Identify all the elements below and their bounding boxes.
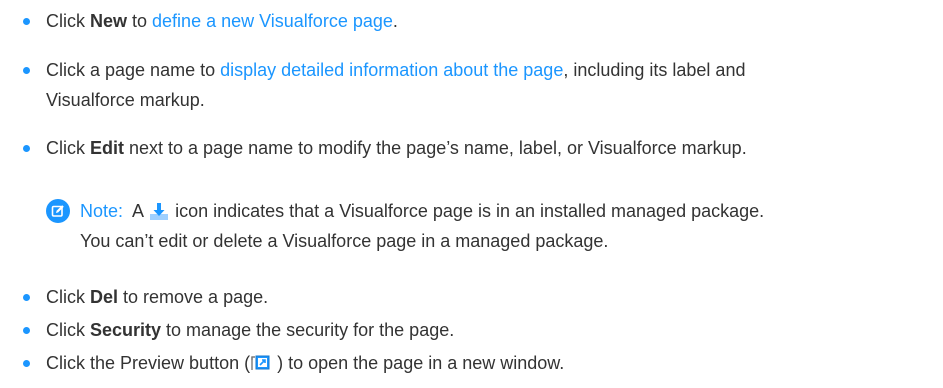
item-text: Click a page name to [46, 60, 221, 80]
list-item: Click Del to remove a page. [46, 284, 268, 310]
list-item: Click Edit next to a page name to modify… [46, 135, 747, 161]
list-item-continuation: Visualforce markup. [46, 87, 205, 113]
bullet [23, 360, 30, 367]
define-page-link[interactable]: define a new Visualforce page [152, 11, 393, 31]
list-item: Click a page name to display detailed in… [46, 57, 745, 83]
bullet [23, 327, 30, 334]
note-icon [46, 199, 70, 223]
item-text: . [392, 11, 398, 31]
bullet [23, 67, 30, 74]
bullet [23, 18, 30, 25]
item-text: to remove a page. [118, 287, 269, 307]
item-text: to [127, 11, 153, 31]
note-text: A [132, 201, 144, 221]
managed-package-icon [150, 203, 169, 220]
item-text: Click [46, 287, 90, 307]
bullet [23, 294, 30, 301]
item-text: Visualforce markup. [46, 90, 205, 110]
bold-term: New [90, 11, 128, 31]
list-item: Click New to define a new Visualforce pa… [46, 8, 398, 34]
list-item: Click the Preview button ( ) to open the… [46, 350, 564, 376]
item-text: ) to open the page in a new window. [272, 353, 565, 373]
list-item: Click Security to manage the security fo… [46, 317, 454, 343]
bullet [23, 145, 30, 152]
item-text: to manage the security for the page. [161, 320, 455, 340]
note-label: Note: [80, 201, 124, 221]
note-text: icon indicates that a Visualforce page i… [175, 201, 765, 221]
item-text: Click [46, 320, 90, 340]
display-page-info-link[interactable]: display detailed information about the p… [220, 60, 563, 80]
item-text: next to a page name to modify the page’s… [124, 138, 747, 158]
item-text: Click the Preview button ( [46, 353, 251, 373]
note-line-1: Note: A icon indicates that a Visualforc… [80, 198, 764, 224]
bold-term: Security [90, 320, 162, 340]
item-text: Click [46, 11, 90, 31]
note-line-2: You can’t edit or delete a Visualforce p… [80, 228, 608, 254]
item-text: , including its label and [563, 60, 746, 80]
note-text: You can’t edit or delete a Visualforce p… [80, 231, 609, 251]
bold-term: Del [90, 287, 119, 307]
preview-icon [251, 355, 270, 370]
item-text: Click [46, 138, 90, 158]
bold-term: Edit [90, 138, 124, 158]
